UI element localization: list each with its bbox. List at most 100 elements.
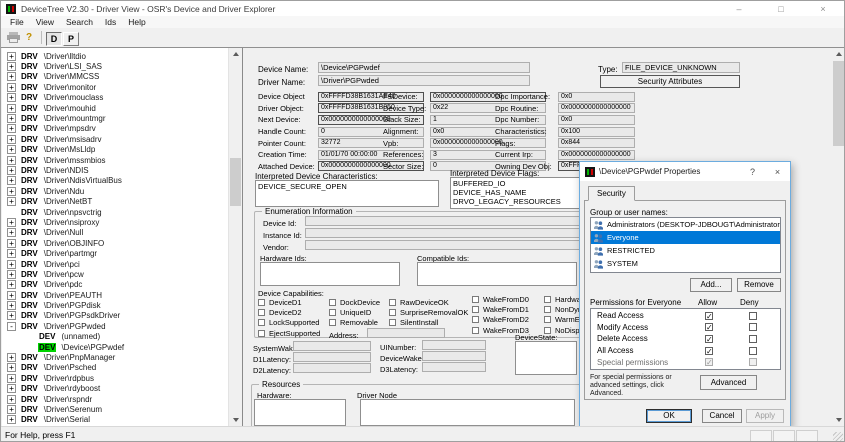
tree-item[interactable]: +DRV\Driver\monitor <box>7 82 228 92</box>
checkbox-surpriseremovalok[interactable] <box>389 309 396 316</box>
tree-item[interactable]: +DRV\Driver\PEAUTH <box>7 290 228 300</box>
tree-expander-icon[interactable]: + <box>7 135 16 144</box>
tree-expander-icon[interactable]: + <box>7 415 16 424</box>
tree-expander-icon[interactable]: + <box>7 145 16 154</box>
resize-grip[interactable] <box>833 432 843 442</box>
device-id-value[interactable] <box>305 216 595 226</box>
advanced-button[interactable]: Advanced <box>700 375 757 390</box>
checkbox-wakefromd1[interactable] <box>472 306 479 313</box>
remove-button[interactable]: Remove <box>737 278 781 292</box>
checkbox-silentinstall[interactable] <box>389 319 396 326</box>
type-value[interactable]: FILE_DEVICE_UNKNOWN <box>622 62 740 73</box>
tree-expander-icon[interactable]: + <box>7 374 16 383</box>
tree-expander-icon[interactable]: + <box>7 72 16 81</box>
tree-expander-icon[interactable]: + <box>7 124 16 133</box>
tree-item[interactable]: +DRV\Driver\LSI_SAS <box>7 61 228 71</box>
tree-expander-icon[interactable]: + <box>7 156 16 165</box>
user-list-item[interactable]: Everyone <box>591 231 780 244</box>
tab-security[interactable]: Security <box>588 186 635 201</box>
tree-item[interactable]: +DRV\Driver\partmgr <box>7 248 228 258</box>
tree-item[interactable]: +DRV\Driver\MsLldp <box>7 145 228 155</box>
tree-expander-icon[interactable]: + <box>7 228 16 237</box>
tree-expander-icon[interactable]: + <box>7 384 16 393</box>
help-icon[interactable]: ? <box>21 31 37 45</box>
tree-expander-icon[interactable]: + <box>7 62 16 71</box>
menu-item-help[interactable]: Help <box>122 17 151 27</box>
menu-item-search[interactable]: Search <box>60 17 99 27</box>
tree-expander-icon[interactable]: + <box>7 176 16 185</box>
menu-item-ids[interactable]: Ids <box>99 17 122 27</box>
toolbar-button-p[interactable]: P <box>63 32 79 46</box>
checkbox-hardwaredisabled[interactable] <box>544 296 551 303</box>
d2-latency-value[interactable] <box>293 363 371 373</box>
tree-scrollbar[interactable] <box>228 48 242 426</box>
tree-item[interactable]: DEV\Device\PGPwdef <box>7 342 228 352</box>
tree-expander-icon[interactable]: + <box>7 353 16 362</box>
deny-checkbox[interactable] <box>749 323 757 331</box>
close-icon[interactable]: × <box>802 1 844 16</box>
tree-expander-icon[interactable]: + <box>7 301 16 310</box>
title-bar[interactable]: DeviceTree V2.30 - Driver View - OSR's D… <box>1 1 844 16</box>
field-value[interactable]: 0x100 <box>558 127 635 137</box>
tree-item[interactable]: +DRV\Driver\Serenum <box>7 404 228 414</box>
tree-item[interactable]: +DRV\Driver\Psched <box>7 363 228 373</box>
dialog-title-bar[interactable]: \Device\PGPwdef Properties ? × <box>580 162 790 181</box>
tree-expander-icon[interactable]: + <box>7 239 16 248</box>
tree-item[interactable]: +DRV\Driver\mpsdrv <box>7 124 228 134</box>
checkbox-warmejectsupported[interactable] <box>544 316 551 323</box>
device-state-box[interactable] <box>515 341 577 375</box>
dialog-close-icon[interactable]: × <box>765 162 790 181</box>
add-button[interactable]: Add... <box>690 278 732 292</box>
tree-item[interactable]: +DRV\Driver\mouhid <box>7 103 228 113</box>
tree-expander-icon[interactable]: + <box>7 395 16 404</box>
driver-name-value[interactable]: \Driver\PGPwded <box>318 75 530 86</box>
scroll-up-icon[interactable] <box>229 48 242 60</box>
tree-item[interactable]: +DRV\Driver\OBJINFO <box>7 238 228 248</box>
tree-item[interactable]: DEV(unnamed) <box>7 332 228 342</box>
tree-expander-icon[interactable]: - <box>7 322 16 331</box>
scroll-down-icon[interactable] <box>229 414 242 426</box>
device-name-value[interactable]: \Device\PGPwdef <box>318 62 530 73</box>
tree-item[interactable]: +DRV\Driver\PnpManager <box>7 352 228 362</box>
tree-expander-icon[interactable]: + <box>7 270 16 279</box>
user-list-item[interactable]: SYSTEM <box>591 257 780 270</box>
tree-item[interactable]: +DRV\Driver\mouclass <box>7 93 228 103</box>
tree-expander-icon[interactable]: + <box>7 405 16 414</box>
system-wake-value[interactable] <box>293 341 371 351</box>
permission-list[interactable]: Read Access✓Modify Access✓Delete Access✓… <box>590 308 781 370</box>
toolbar-button-d[interactable]: D <box>46 32 62 46</box>
tree-expander-icon[interactable]: + <box>7 114 16 123</box>
field-value[interactable]: 0x0 <box>558 115 635 125</box>
tree-item[interactable]: +DRV\Driver\pci <box>7 259 228 269</box>
user-list-item[interactable]: Administrators (DESKTOP-JDBOUGT\Administ… <box>591 218 780 231</box>
tree-item[interactable]: +DRV\Driver\MMCSS <box>7 72 228 82</box>
scroll-up-icon[interactable] <box>832 48 845 60</box>
allow-checkbox[interactable]: ✓ <box>705 323 713 331</box>
tree-item[interactable]: DRV\Driver\npsvctrig <box>7 207 228 217</box>
tree-expander-icon[interactable]: + <box>7 280 16 289</box>
checkbox-deviced2[interactable] <box>258 309 265 316</box>
checkbox-uniqueid[interactable] <box>329 309 336 316</box>
user-list-item[interactable]: RESTRICTED <box>591 244 780 257</box>
tree-item[interactable]: +DRV\Driver\rdyboost <box>7 384 228 394</box>
tree-item[interactable]: +DRV\Driver\NDIS <box>7 165 228 175</box>
tree-expander-icon[interactable]: + <box>7 104 16 113</box>
tree-item[interactable]: +DRV\Driver\mountmgr <box>7 113 228 123</box>
deny-checkbox[interactable] <box>749 335 757 343</box>
tree-item[interactable]: -DRV\Driver\PGPwded <box>7 321 228 331</box>
maximize-icon[interactable]: □ <box>760 1 802 16</box>
main-scrollbar-thumb[interactable] <box>833 61 845 146</box>
tree-item[interactable]: +DRV\Driver\msisadrv <box>7 134 228 144</box>
tree-expander-icon[interactable]: + <box>7 187 16 196</box>
tree-item[interactable]: +DRV\Driver\Serial <box>7 415 228 425</box>
device-wake-value[interactable] <box>422 351 486 361</box>
interpreted-characteristics-box[interactable]: DEVICE_SECURE_OPEN <box>255 180 439 207</box>
tree-expander-icon[interactable]: + <box>7 260 16 269</box>
resources-hardware-box[interactable] <box>254 399 346 426</box>
tree-expander-icon[interactable]: + <box>7 291 16 300</box>
allow-checkbox[interactable]: ✓ <box>705 347 713 355</box>
tree-item[interactable]: +DRV\Driver\NetBT <box>7 196 228 206</box>
tree-item[interactable]: +DRV\Driver\PGPdisk <box>7 300 228 310</box>
checkbox-deviced1[interactable] <box>258 299 265 306</box>
tree-item[interactable]: +DRV\Driver\Ndu <box>7 186 228 196</box>
